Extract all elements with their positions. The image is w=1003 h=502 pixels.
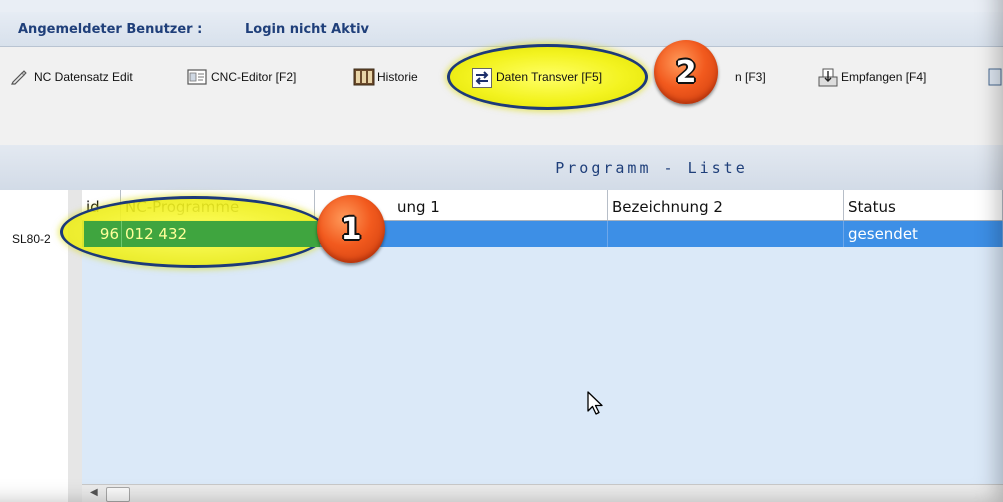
login-status: Login nicht Aktiv [245,22,370,37]
next-toolbar-button[interactable] [988,66,1003,88]
window-top-strip [0,0,1003,12]
cell-bezeichnung-2 [608,221,844,247]
cnc-editor-button[interactable]: CNC-Editor [F2] [187,66,296,88]
login-label: Angemeldeter Benutzer : [18,22,203,37]
column-header-bezeichnung-2[interactable]: Bezeichnung 2 [608,190,844,220]
tree-item-sl80-2[interactable]: SL80-2 [12,232,51,246]
history-icon [353,68,375,86]
receive-icon [817,68,838,87]
scroll-left-arrow-icon[interactable]: ◀ [90,487,98,498]
highlighted-row-cells: 96 012 432 [84,221,320,247]
historie-button[interactable]: Historie [353,66,418,88]
nc-datensatz-edit-button[interactable]: NC Datensatz Edit [10,66,133,88]
annotation-badge-2-number: 2 [675,54,697,90]
list-title: Programm - Liste [555,159,748,177]
column-header-status[interactable]: Status [844,190,1003,220]
document-icon [988,68,1003,86]
list-header: Programm - Liste [0,145,1003,190]
empfangen-label: Empfangen [F4] [841,70,927,84]
app-window: Angemeldeter Benutzer : Login nicht Akti… [0,0,1003,502]
empfangen-button[interactable]: Empfangen [F4] [817,66,926,88]
annotation-badge-1-number: 1 [340,211,362,247]
daten-transver-button[interactable]: Daten Transver [F5] [472,66,602,88]
tree-pane: SL80-2 [0,190,69,502]
horizontal-scrollbar[interactable]: ◀ [82,484,1003,502]
mouse-cursor-icon [587,391,603,415]
annotation-badge-2: 2 [654,40,718,104]
editor-icon [187,68,207,86]
senden-button[interactable]: n [F3] [735,66,766,88]
senden-label: n [F3] [735,70,766,84]
daten-transver-label: Daten Transver [F5] [496,70,603,84]
login-bar: Angemeldeter Benutzer : Login nicht Akti… [0,12,1003,47]
nc-datensatz-edit-label: NC Datensatz Edit [34,70,133,84]
edit-icon [10,68,28,86]
transfer-arrows-icon [472,68,492,88]
annotation-badge-1: 1 [317,195,385,263]
highlighted-id: 96 [99,225,119,243]
scroll-thumb[interactable] [106,487,130,502]
cnc-editor-label: CNC-Editor [F2] [211,70,297,84]
highlighted-program: 012 432 [125,225,188,243]
cell-status: gesendet [844,221,1003,247]
historie-label: Historie [377,70,418,84]
toolbar: NC Datensatz Edit CNC-Editor [F2] Histor… [0,40,1003,146]
